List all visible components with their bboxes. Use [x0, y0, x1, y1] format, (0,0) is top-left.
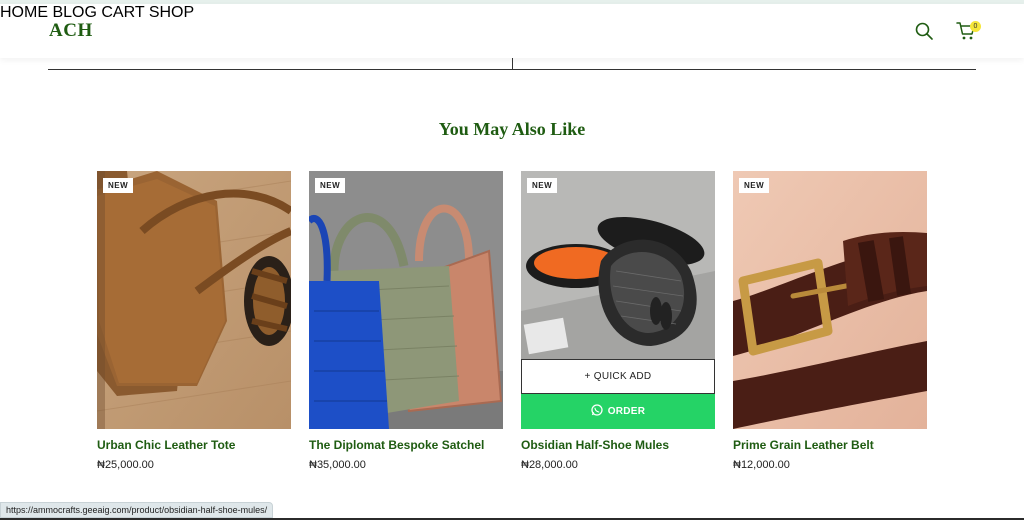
product-image[interactable]: NEW: [97, 171, 291, 429]
product-price: ₦12,000.00: [733, 459, 790, 471]
new-badge: NEW: [103, 178, 134, 193]
nav-cart[interactable]: CART: [101, 4, 144, 21]
product-image[interactable]: NEW: [733, 171, 927, 429]
new-badge: NEW: [527, 178, 558, 193]
site-header: ACH HOME BLOG CART SHOP 0: [0, 4, 1024, 58]
product-price: ₦35,000.00: [309, 459, 366, 471]
product-price: ₦25,000.00: [97, 459, 154, 471]
search-icon[interactable]: [914, 21, 936, 43]
nav-shop[interactable]: SHOP: [149, 4, 194, 21]
product-image[interactable]: NEW: [309, 171, 503, 429]
product-name[interactable]: Urban Chic Leather Tote: [97, 438, 291, 452]
order-label: ORDER: [607, 406, 646, 417]
product-name[interactable]: Obsidian Half-Shoe Mules: [521, 438, 715, 452]
new-badge: NEW: [739, 178, 770, 193]
main-nav: HOME BLOG CART SHOP: [0, 4, 1024, 22]
section-title: You May Also Like: [438, 119, 586, 139]
product-card[interactable]: NEW Urban Chic Leather Tote ₦25,000.00: [97, 171, 291, 471]
product-price: ₦28,000.00: [521, 459, 578, 471]
product-name[interactable]: Prime Grain Leather Belt: [733, 438, 927, 452]
new-badge: NEW: [315, 178, 346, 193]
nav-home[interactable]: HOME: [0, 4, 48, 21]
cart-count-badge: 0: [970, 21, 981, 32]
product-card[interactable]: NEW The Diplomat Bespoke Satchel ₦35,000…: [309, 171, 503, 471]
site-logo[interactable]: ACH: [49, 20, 93, 42]
whatsapp-icon: [591, 404, 603, 417]
section-divider-vertical: [512, 58, 513, 70]
product-name[interactable]: The Diplomat Bespoke Satchel: [309, 438, 503, 452]
quick-add-button[interactable]: + QUICK ADD: [521, 359, 715, 394]
product-card[interactable]: NEW Prime Grain Leather Belt ₦12,000.00: [733, 171, 927, 471]
order-whatsapp-button[interactable]: ORDER: [521, 394, 715, 429]
nav-blog[interactable]: BLOG: [52, 4, 96, 21]
status-bar-url: https://ammocrafts.geeaig.com/product/ob…: [0, 502, 274, 518]
product-image[interactable]: NEW + QUICK ADD ORDER: [521, 171, 715, 429]
product-card[interactable]: NEW + QUICK ADD ORDER Obsidian Half-Shoe…: [521, 171, 715, 471]
